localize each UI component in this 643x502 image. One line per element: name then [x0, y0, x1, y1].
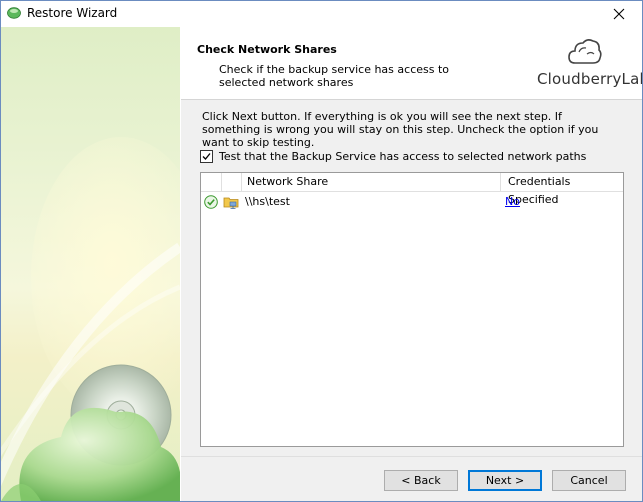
instructions-text: Click Next button. If everything is ok y… — [202, 110, 599, 149]
wizard-content: Click Next button. If everything is ok y… — [181, 100, 642, 456]
column-header-status[interactable] — [201, 173, 222, 191]
ok-icon — [204, 195, 218, 209]
credentials-link[interactable]: No — [505, 195, 520, 208]
page-description: Check if the backup service has access t… — [219, 63, 450, 89]
network-shares-grid[interactable]: Network Share Credentials Specified \\hs… — [200, 172, 624, 447]
wizard-side-banner — [1, 27, 180, 501]
wizard-header: Check Network Shares Check if the backup… — [181, 27, 642, 99]
cloud-icon — [568, 39, 602, 64]
title-bar[interactable]: Restore Wizard — [1, 1, 642, 27]
restore-wizard-window: Restore Wizard Check Network Shares Chec… — [0, 0, 643, 502]
cancel-button[interactable]: Cancel — [552, 470, 626, 491]
page-title: Check Network Shares — [197, 43, 337, 56]
logo-text: CloudberryLab — [537, 70, 643, 88]
network-folder-icon — [223, 194, 239, 210]
network-share-path: \\hs\test — [245, 195, 290, 208]
close-button[interactable] — [596, 1, 642, 27]
wizard-footer: < Back Next > Cancel — [181, 456, 642, 501]
checkmark-icon — [202, 153, 211, 160]
close-icon — [613, 8, 625, 20]
grid-header: Network Share Credentials Specified — [201, 173, 623, 206]
back-button[interactable]: < Back — [384, 470, 458, 491]
column-header-icon[interactable] — [221, 173, 242, 191]
table-row[interactable]: \\hs\test No — [201, 192, 623, 212]
cloudberry-logo: CloudberryLab — [537, 37, 643, 93]
test-access-label[interactable]: Test that the Backup Service has access … — [219, 150, 586, 163]
test-access-option[interactable]: Test that the Backup Service has access … — [200, 150, 586, 163]
test-access-checkbox[interactable] — [200, 150, 213, 163]
column-header-network-share[interactable]: Network Share — [241, 173, 501, 191]
column-header-credentials[interactable]: Credentials Specified — [501, 173, 623, 206]
app-icon — [7, 7, 21, 19]
next-button[interactable]: Next > — [468, 470, 542, 491]
window-title: Restore Wizard — [27, 6, 118, 20]
